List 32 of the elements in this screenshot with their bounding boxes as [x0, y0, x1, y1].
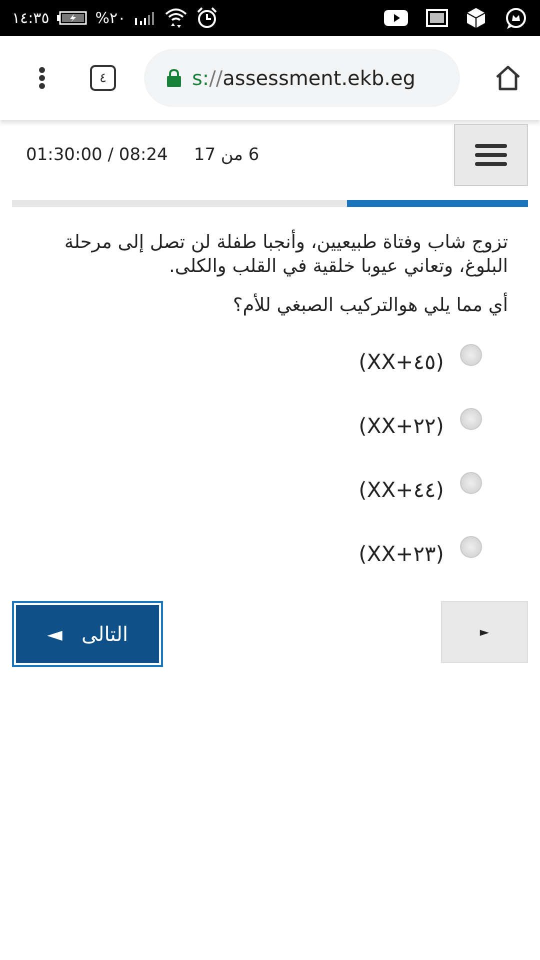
tab-count[interactable]: ٤ [90, 65, 116, 91]
battery-percent: %٢٠ [95, 9, 126, 27]
answer-option: (XX+٤٤) [358, 478, 444, 502]
radio-button[interactable] [460, 536, 482, 558]
question-text: تزوج شاب وفتاة طبيعيين، وأنجبا طفلة لن تصل إلى مرحلة البلوغ، وتعاني عيوبا خلقية في القلب والكلى. [30, 231, 508, 279]
clock-time: ١٤:٣٥ [12, 9, 50, 27]
menu-icon [475, 144, 507, 166]
image-icon [426, 9, 448, 27]
more-menu-icon[interactable] [38, 66, 46, 90]
battery-icon [57, 10, 88, 26]
lock-icon [166, 68, 182, 88]
next-button[interactable]: التالى ◄ [14, 603, 161, 665]
cube-icon [466, 7, 486, 29]
signal-icon [134, 10, 156, 26]
page-counter: 6 من 17 [194, 145, 260, 165]
answer-option: (XX+٢٣) [358, 542, 444, 566]
navigation-button[interactable]: ► [441, 601, 528, 663]
timer: 01:30:00 / 08:24 [26, 145, 168, 165]
menu-button[interactable] [454, 124, 528, 186]
play-icon [384, 9, 408, 27]
url-text: s://assessment.ekb.eg [192, 66, 416, 90]
answer-option: (XX+٤٥) [358, 350, 444, 374]
question-prompt: أي مما يلي هوالتركيب الصبغي للأم؟ [30, 295, 508, 316]
radio-button[interactable] [460, 344, 482, 366]
alarm-icon [196, 7, 218, 29]
radio-button[interactable] [460, 472, 482, 494]
address-bar[interactable]: s://assessment.ekb.eg [144, 49, 460, 107]
home-icon[interactable] [494, 65, 522, 91]
chat-bubble-icon [504, 6, 528, 30]
wifi-icon [164, 7, 188, 29]
answer-option: (XX+٢٢) [358, 414, 444, 438]
radio-button[interactable] [460, 408, 482, 430]
